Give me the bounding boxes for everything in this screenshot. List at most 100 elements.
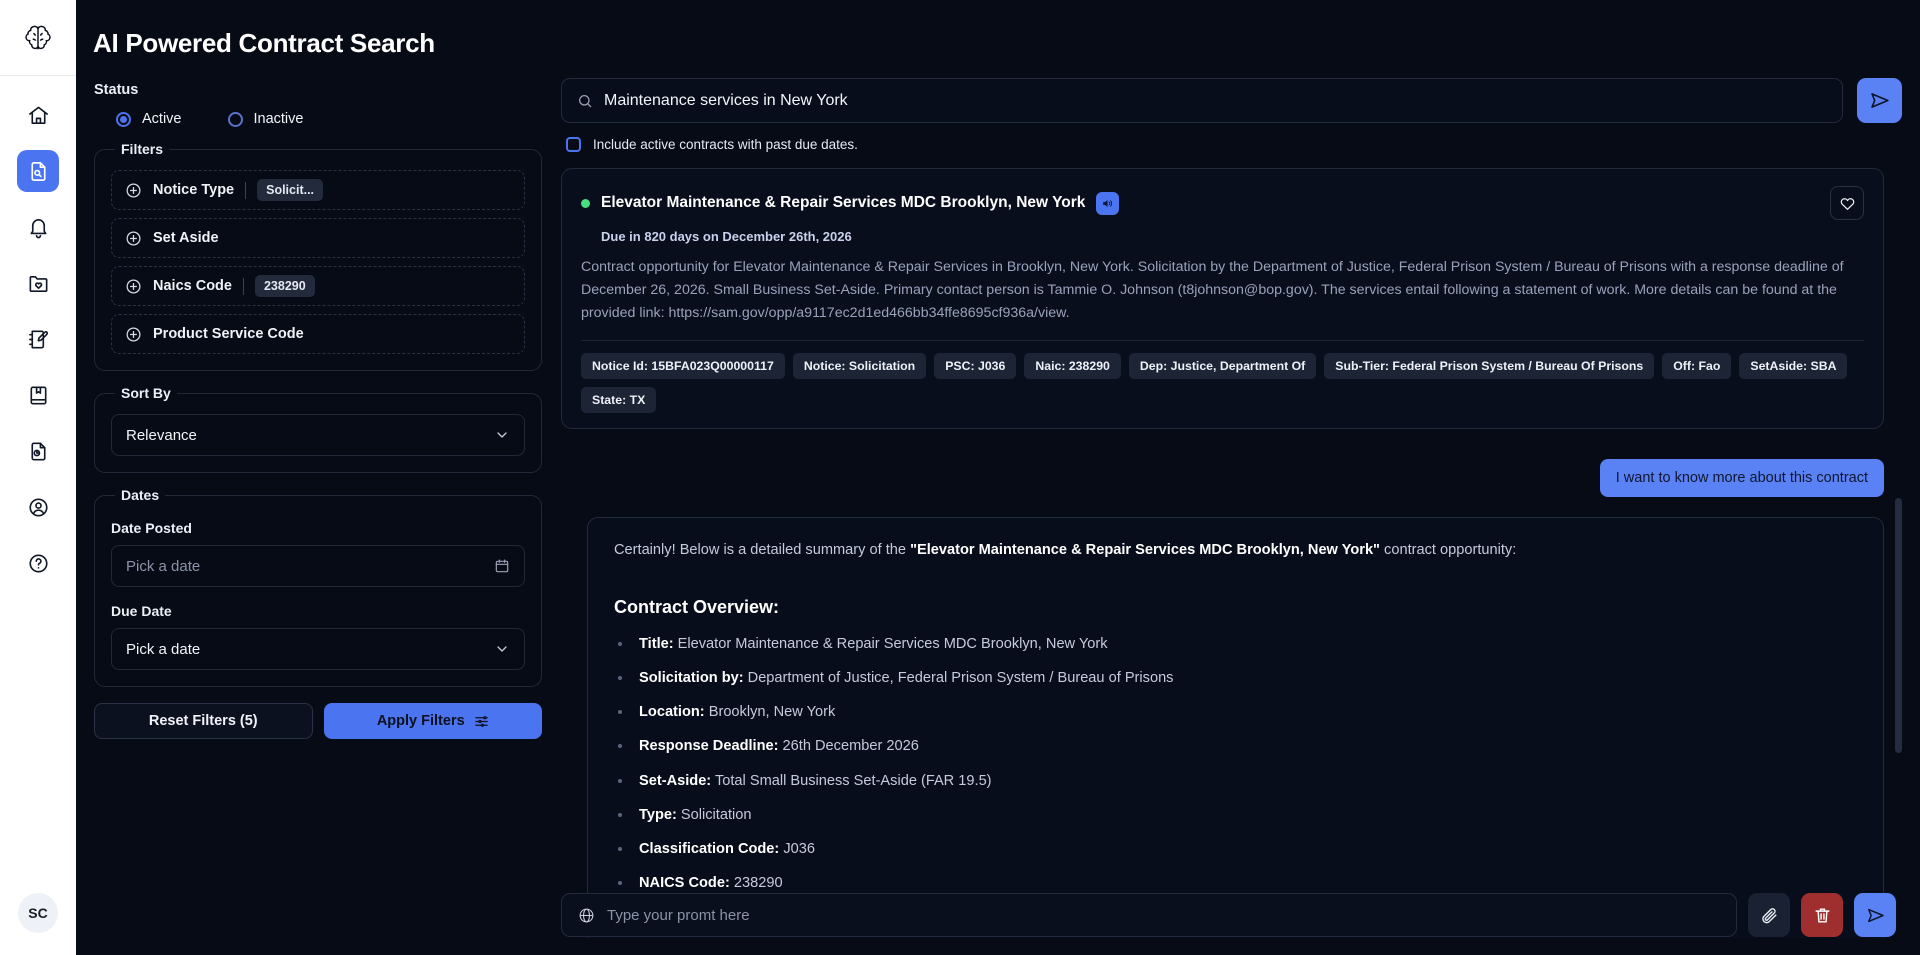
paperclip-icon [1761,907,1777,923]
icon-rail: SC [0,0,76,955]
list-item-key: Response Deadline: [639,738,779,755]
speaker-icon[interactable] [1096,191,1120,215]
list-item-key: Location: [639,704,705,721]
user-message-row: I want to know more about this contract [561,459,1884,497]
sidebar-item-saved-folders[interactable] [17,262,59,304]
filters-legend: Filters [121,141,164,157]
assistant-intro-bold: "Elevator Maintenance & Repair Services … [910,542,1380,558]
divider [581,340,1864,341]
filter-row-product-service-code[interactable]: Product Service Code [111,314,525,354]
sidebar-item-library[interactable] [17,374,59,416]
sidebar-item-notes[interactable] [17,318,59,360]
results-scroll-area[interactable]: Elevator Maintenance & Repair Services M… [561,168,1902,938]
list-item-value: Solicitation [676,806,752,823]
radio-inactive-label: Inactive [253,111,304,127]
reset-filters-label: Reset Filters (5) [148,713,258,729]
contract-tag[interactable]: Notice Id: 15BFA023Q00000117 [581,353,785,379]
list-item: Title: Elevator Maintenance & Repair Ser… [614,634,1857,655]
list-item-key: Set-Aside: [639,772,712,789]
sidebar-item-contract-search[interactable] [17,150,59,192]
user-message-bubble[interactable]: I want to know more about this contract [1599,459,1884,497]
date-posted-placeholder: Pick a date [126,557,201,575]
sidebar-item-home[interactable] [17,94,59,136]
search-input[interactable]: Maintenance services in New York [561,78,1843,123]
vertical-scrollbar-thumb[interactable] [1895,498,1902,753]
radio-inactive[interactable]: Inactive [227,111,304,127]
trash-icon [1814,907,1830,923]
list-item: NAICS Code: 238290 [614,873,1857,894]
list-item: Response Deadline: 26th December 2026 [614,736,1857,757]
date-posted-label: Date Posted [111,520,192,536]
plus-circle-icon [125,230,142,247]
assistant-intro-pre: Certainly! Below is a detailed summary o… [614,542,911,558]
contract-tag[interactable]: Dep: Justice, Department Of [1128,353,1317,379]
prompt-send-button[interactable] [1854,893,1896,937]
contract-tag[interactable]: State: TX [581,387,657,413]
contract-title-group: Elevator Maintenance & Repair Services M… [581,191,1120,215]
list-item-key: Title: [639,635,674,652]
list-item-value: Department of Justice, Federal Prison Sy… [743,670,1174,687]
list-item: Type: Solicitation [614,805,1857,826]
favorite-button[interactable] [1830,186,1864,220]
bookmark-book-icon [29,386,47,404]
contract-card[interactable]: Elevator Maintenance & Repair Services M… [561,168,1884,429]
contract-card-header: Elevator Maintenance & Repair Services M… [581,186,1864,220]
globe-icon [579,908,594,922]
list-item-key: NAICS Code: [639,874,730,891]
filter-row-notice-type[interactable]: Notice Type Solicit... [111,170,525,210]
reset-filters-button[interactable]: Reset Filters (5) [94,703,313,739]
contract-due-date: Due in 820 days on December 26th, 2026 [601,229,852,244]
delete-button[interactable] [1801,893,1843,937]
list-item-value: Elevator Maintenance & Repair Services M… [673,635,1108,652]
filter-chip-naics-code[interactable]: 238290 [254,275,315,297]
plus-circle-icon [125,326,142,343]
sidebar-item-help[interactable] [17,542,59,584]
filter-label-set-aside: Set Aside [153,230,219,246]
contract-tag-list: Notice Id: 15BFA023Q00000117 Notice: Sol… [581,353,1864,413]
rail-nav-items [17,94,59,893]
prompt-input[interactable]: Type your promt here [561,893,1737,937]
due-date-placeholder: Pick a date [126,640,201,658]
assistant-intro: Certainly! Below is a detailed summary o… [614,540,1857,562]
filter-row-set-aside[interactable]: Set Aside [111,218,525,258]
sliders-icon [474,715,488,727]
date-posted-input[interactable]: Pick a date [111,545,525,587]
sort-by-select[interactable]: Relevance [111,414,525,456]
include-past-due-row: Include active contracts with past due d… [566,137,1902,152]
app-logo[interactable] [0,0,76,76]
radio-active-indicator [116,111,131,127]
plus-circle-icon [125,278,142,295]
speaker-glyph [1103,199,1113,207]
contract-tag[interactable]: PSC: J036 [934,353,1017,379]
due-date-input[interactable]: Pick a date [111,628,525,670]
filter-label-notice-type: Notice Type [153,182,235,198]
contract-tag[interactable]: Off: Fao [1662,353,1732,379]
attach-button[interactable] [1748,893,1790,937]
filter-row-naics-code[interactable]: Naics Code 238290 [111,266,525,306]
due-date-label: Due Date [111,603,172,619]
filter-chip-notice-type[interactable]: Solicit... [257,179,324,201]
filter-label-naics-code: Naics Code [153,278,232,294]
contract-tag[interactable]: Sub-Tier: Federal Prison System / Bureau… [1324,353,1655,379]
search-submit-button[interactable] [1857,78,1902,123]
document-search-icon [30,161,46,181]
radio-active[interactable]: Active [116,111,182,127]
apply-filters-button[interactable]: Apply Filters [323,703,542,739]
prompt-bar: Type your promt here [561,893,1896,937]
sidebar-item-notifications[interactable] [17,206,59,248]
include-past-due-checkbox[interactable] [566,137,581,152]
help-circle-icon [28,553,48,573]
page-title: AI Powered Contract Search [93,28,435,58]
status-badge [581,198,590,208]
contract-title: Elevator Maintenance & Repair Services M… [601,194,1086,211]
sort-by-fieldset: Sort By Relevance [94,385,542,473]
list-item: Solicitation by: Department of Justice, … [614,668,1857,689]
avatar[interactable]: SC [18,893,58,933]
list-item-value: Brooklyn, New York [704,704,836,721]
contract-tag[interactable]: Notice: Solicitation [792,353,927,379]
assistant-intro-post: contract opportunity: [1379,542,1517,558]
sidebar-item-reports[interactable] [17,430,59,472]
sidebar-item-account[interactable] [17,486,59,528]
contract-tag[interactable]: SetAside: SBA [1739,353,1848,379]
contract-tag[interactable]: Naic: 238290 [1024,353,1121,379]
